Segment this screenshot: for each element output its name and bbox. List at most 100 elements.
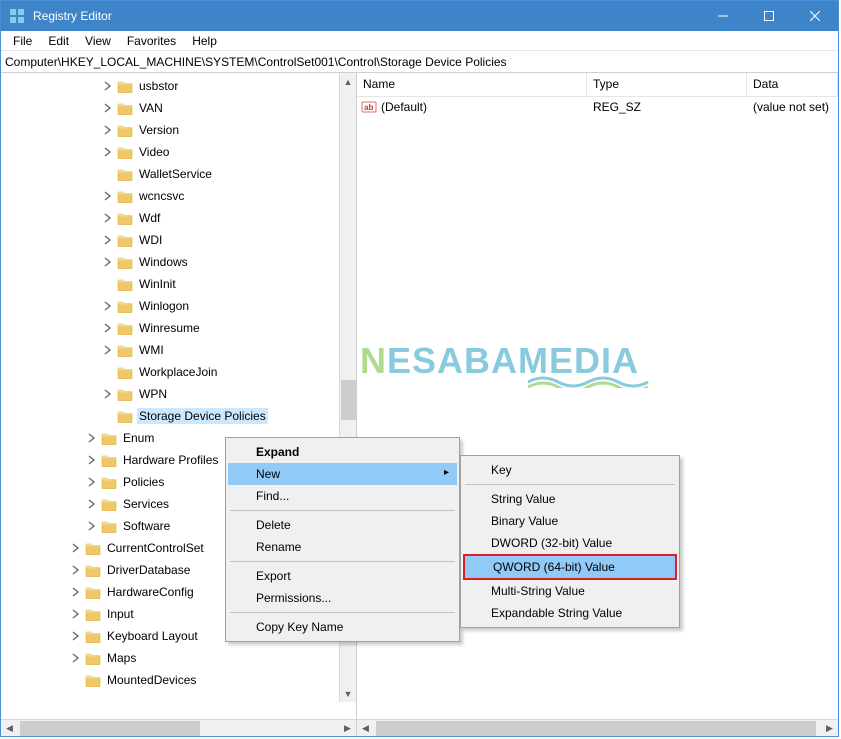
menu-help[interactable]: Help xyxy=(184,32,225,50)
menu-edit[interactable]: Edit xyxy=(40,32,77,50)
expand-icon[interactable] xyxy=(69,607,83,621)
expand-icon[interactable] xyxy=(85,475,99,489)
minimize-button[interactable] xyxy=(700,1,746,31)
menu-favorites[interactable]: Favorites xyxy=(119,32,184,50)
menu-item[interactable]: New xyxy=(228,463,457,485)
tree-item-label: Storage Device Policies xyxy=(137,408,268,424)
tree-item[interactable]: WorkplaceJoin xyxy=(1,361,356,383)
menu-view[interactable]: View xyxy=(77,32,119,50)
address-bar[interactable]: Computer\HKEY_LOCAL_MACHINE\SYSTEM\Contr… xyxy=(1,51,838,73)
tree-item[interactable]: usbstor xyxy=(1,75,356,97)
menu-item[interactable]: Copy Key Name xyxy=(228,616,457,638)
menu-separator xyxy=(230,612,455,613)
tree-item[interactable]: Winlogon xyxy=(1,295,356,317)
expand-icon[interactable] xyxy=(85,497,99,511)
expand-icon[interactable] xyxy=(69,651,83,665)
menu-item[interactable]: Find... xyxy=(228,485,457,507)
menu-item[interactable]: DWORD (32-bit) Value xyxy=(463,532,677,554)
tree-item-label: WinInit xyxy=(137,276,178,292)
maximize-button[interactable] xyxy=(746,1,792,31)
scroll-right-icon[interactable]: ▶ xyxy=(339,720,356,737)
menu-item[interactable]: Multi-String Value xyxy=(463,580,677,602)
menu-item[interactable]: Expandable String Value xyxy=(463,602,677,624)
tree-item-label: DriverDatabase xyxy=(105,562,192,578)
tree-item-label: MountedDevices xyxy=(105,672,198,688)
tree-item[interactable]: Version xyxy=(1,119,356,141)
menu-item[interactable]: Permissions... xyxy=(228,587,457,609)
tree-item-label: Wdf xyxy=(137,210,162,226)
titlebar-title: Registry Editor xyxy=(33,9,700,23)
expand-icon[interactable] xyxy=(101,255,115,269)
tree-item-label: Winresume xyxy=(137,320,202,336)
menu-item[interactable]: Delete xyxy=(228,514,457,536)
expand-icon[interactable] xyxy=(85,519,99,533)
expand-icon[interactable] xyxy=(101,145,115,159)
expand-icon[interactable] xyxy=(101,123,115,137)
tree-item-label: Winlogon xyxy=(137,298,191,314)
menu-separator xyxy=(230,510,455,511)
expand-icon[interactable] xyxy=(101,101,115,115)
titlebar: Registry Editor xyxy=(1,1,838,31)
col-header-data[interactable]: Data xyxy=(747,73,838,96)
menu-file[interactable]: File xyxy=(5,32,40,50)
tree-item-label: Version xyxy=(137,122,181,138)
scroll-down-icon[interactable]: ▼ xyxy=(340,685,356,702)
tree-item[interactable]: Winresume xyxy=(1,317,356,339)
menu-item[interactable]: QWORD (64-bit) Value xyxy=(463,554,677,580)
col-header-name[interactable]: Name xyxy=(357,73,587,96)
tree-item[interactable]: Windows xyxy=(1,251,356,273)
tree-item[interactable]: WalletService xyxy=(1,163,356,185)
expand-icon[interactable] xyxy=(101,189,115,203)
menu-item[interactable]: Rename xyxy=(228,536,457,558)
scroll-up-icon[interactable]: ▲ xyxy=(340,73,356,90)
menu-item[interactable]: Key xyxy=(463,459,677,481)
expand-icon[interactable] xyxy=(69,585,83,599)
context-menu-new: Key String ValueBinary ValueDWORD (32-bit… xyxy=(460,455,680,628)
tree-item[interactable]: MountedDevices xyxy=(1,669,356,691)
tree-item[interactable]: WDI xyxy=(1,229,356,251)
expand-icon[interactable] xyxy=(101,211,115,225)
col-header-type[interactable]: Type xyxy=(587,73,747,96)
tree-item[interactable]: Storage Device Policies xyxy=(1,405,356,427)
tree-item-label: CurrentControlSet xyxy=(105,540,206,556)
expand-icon[interactable] xyxy=(85,431,99,445)
expand-icon[interactable] xyxy=(69,563,83,577)
tree-item[interactable]: WinInit xyxy=(1,273,356,295)
tree-item-label: Policies xyxy=(121,474,166,490)
tree-hscrollbar[interactable]: ◀ ▶ xyxy=(1,719,356,736)
tree-item-label: usbstor xyxy=(137,78,180,94)
values-hscroll-thumb[interactable] xyxy=(376,721,816,736)
expand-icon[interactable] xyxy=(69,541,83,555)
scroll-left-icon[interactable]: ◀ xyxy=(357,720,374,737)
values-hscrollbar[interactable]: ◀ ▶ xyxy=(357,719,838,736)
value-row[interactable]: ab (Default) REG_SZ (value not set) xyxy=(357,97,838,117)
tree-item[interactable]: wcncsvc xyxy=(1,185,356,207)
tree-item[interactable]: WMI xyxy=(1,339,356,361)
expand-icon[interactable] xyxy=(101,79,115,93)
menu-item[interactable]: String Value xyxy=(463,488,677,510)
tree-item[interactable]: Wdf xyxy=(1,207,356,229)
scroll-left-icon[interactable]: ◀ xyxy=(1,720,18,737)
expand-icon[interactable] xyxy=(69,629,83,643)
tree-item[interactable]: WPN xyxy=(1,383,356,405)
menu-item[interactable]: Export xyxy=(228,565,457,587)
expand-icon[interactable] xyxy=(101,343,115,357)
svg-text:ab: ab xyxy=(364,103,373,112)
tree-hscroll-thumb[interactable] xyxy=(20,721,200,736)
close-button[interactable] xyxy=(792,1,838,31)
tree-item-label: Services xyxy=(121,496,171,512)
expand-icon[interactable] xyxy=(101,233,115,247)
expand-icon[interactable] xyxy=(101,299,115,313)
vscroll-thumb[interactable] xyxy=(341,380,356,420)
tree-item[interactable]: Maps xyxy=(1,647,356,669)
menu-item[interactable]: Expand xyxy=(228,441,457,463)
menu-item[interactable]: Binary Value xyxy=(463,510,677,532)
scroll-right-icon[interactable]: ▶ xyxy=(821,720,838,737)
expand-icon[interactable] xyxy=(101,387,115,401)
tree-item[interactable]: Video xyxy=(1,141,356,163)
expand-icon[interactable] xyxy=(85,453,99,467)
tree-item-label: Input xyxy=(105,606,136,622)
tree-item[interactable]: VAN xyxy=(1,97,356,119)
expand-icon[interactable] xyxy=(101,321,115,335)
tree-item-label: HardwareConfig xyxy=(105,584,196,600)
